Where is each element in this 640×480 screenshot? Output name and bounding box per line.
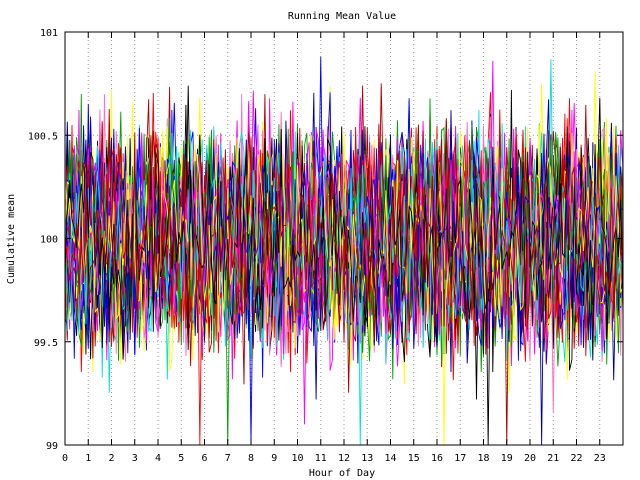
series-layer bbox=[65, 56, 623, 445]
y-axis-label: Cumulative mean bbox=[6, 194, 17, 284]
x-tick-label: 21 bbox=[547, 453, 559, 464]
x-tick-label: 9 bbox=[271, 453, 277, 464]
x-tick-label: 14 bbox=[384, 453, 396, 464]
series-clip-group bbox=[65, 56, 623, 445]
y-tick-label: 99.5 bbox=[34, 338, 58, 349]
x-tick-label: 1 bbox=[85, 453, 91, 464]
x-tick-label: 7 bbox=[225, 453, 231, 464]
x-tick-label: 8 bbox=[248, 453, 254, 464]
x-tick-label: 2 bbox=[108, 453, 114, 464]
x-tick-label: 5 bbox=[178, 453, 184, 464]
x-tick-label: 0 bbox=[62, 453, 68, 464]
x-tick-label: 22 bbox=[570, 453, 582, 464]
x-tick-label: 4 bbox=[155, 453, 161, 464]
x-axis-label: Hour of Day bbox=[309, 468, 375, 479]
series-spike-low bbox=[539, 269, 545, 445]
x-tick-label: 16 bbox=[431, 453, 443, 464]
x-tick-label: 20 bbox=[524, 453, 536, 464]
x-tick-label: 12 bbox=[338, 453, 350, 464]
x-tick-label: 13 bbox=[361, 453, 373, 464]
x-tick-label: 17 bbox=[454, 453, 466, 464]
y-tick-label: 100.5 bbox=[28, 131, 58, 142]
y-tick-label: 99 bbox=[46, 441, 58, 452]
x-tick-label: 11 bbox=[315, 453, 327, 464]
x-tick-label: 19 bbox=[501, 453, 513, 464]
x-tick-label: 10 bbox=[291, 453, 303, 464]
running-mean-chart: 9999.5100100.51010 1 2 3 4 5 6 7 8 9 10 11 12 13 14 15 1… bbox=[6, 11, 624, 479]
y-tick-label: 100 bbox=[40, 235, 58, 246]
y-tick-label: 101 bbox=[40, 28, 58, 39]
x-tick-label: 23 bbox=[594, 453, 606, 464]
x-tick-label: 6 bbox=[201, 453, 207, 464]
x-tick-label: 18 bbox=[477, 453, 489, 464]
chart-title: Running Mean Value bbox=[288, 11, 396, 22]
x-tick-label: 15 bbox=[408, 453, 420, 464]
x-tick-label: 3 bbox=[132, 453, 138, 464]
